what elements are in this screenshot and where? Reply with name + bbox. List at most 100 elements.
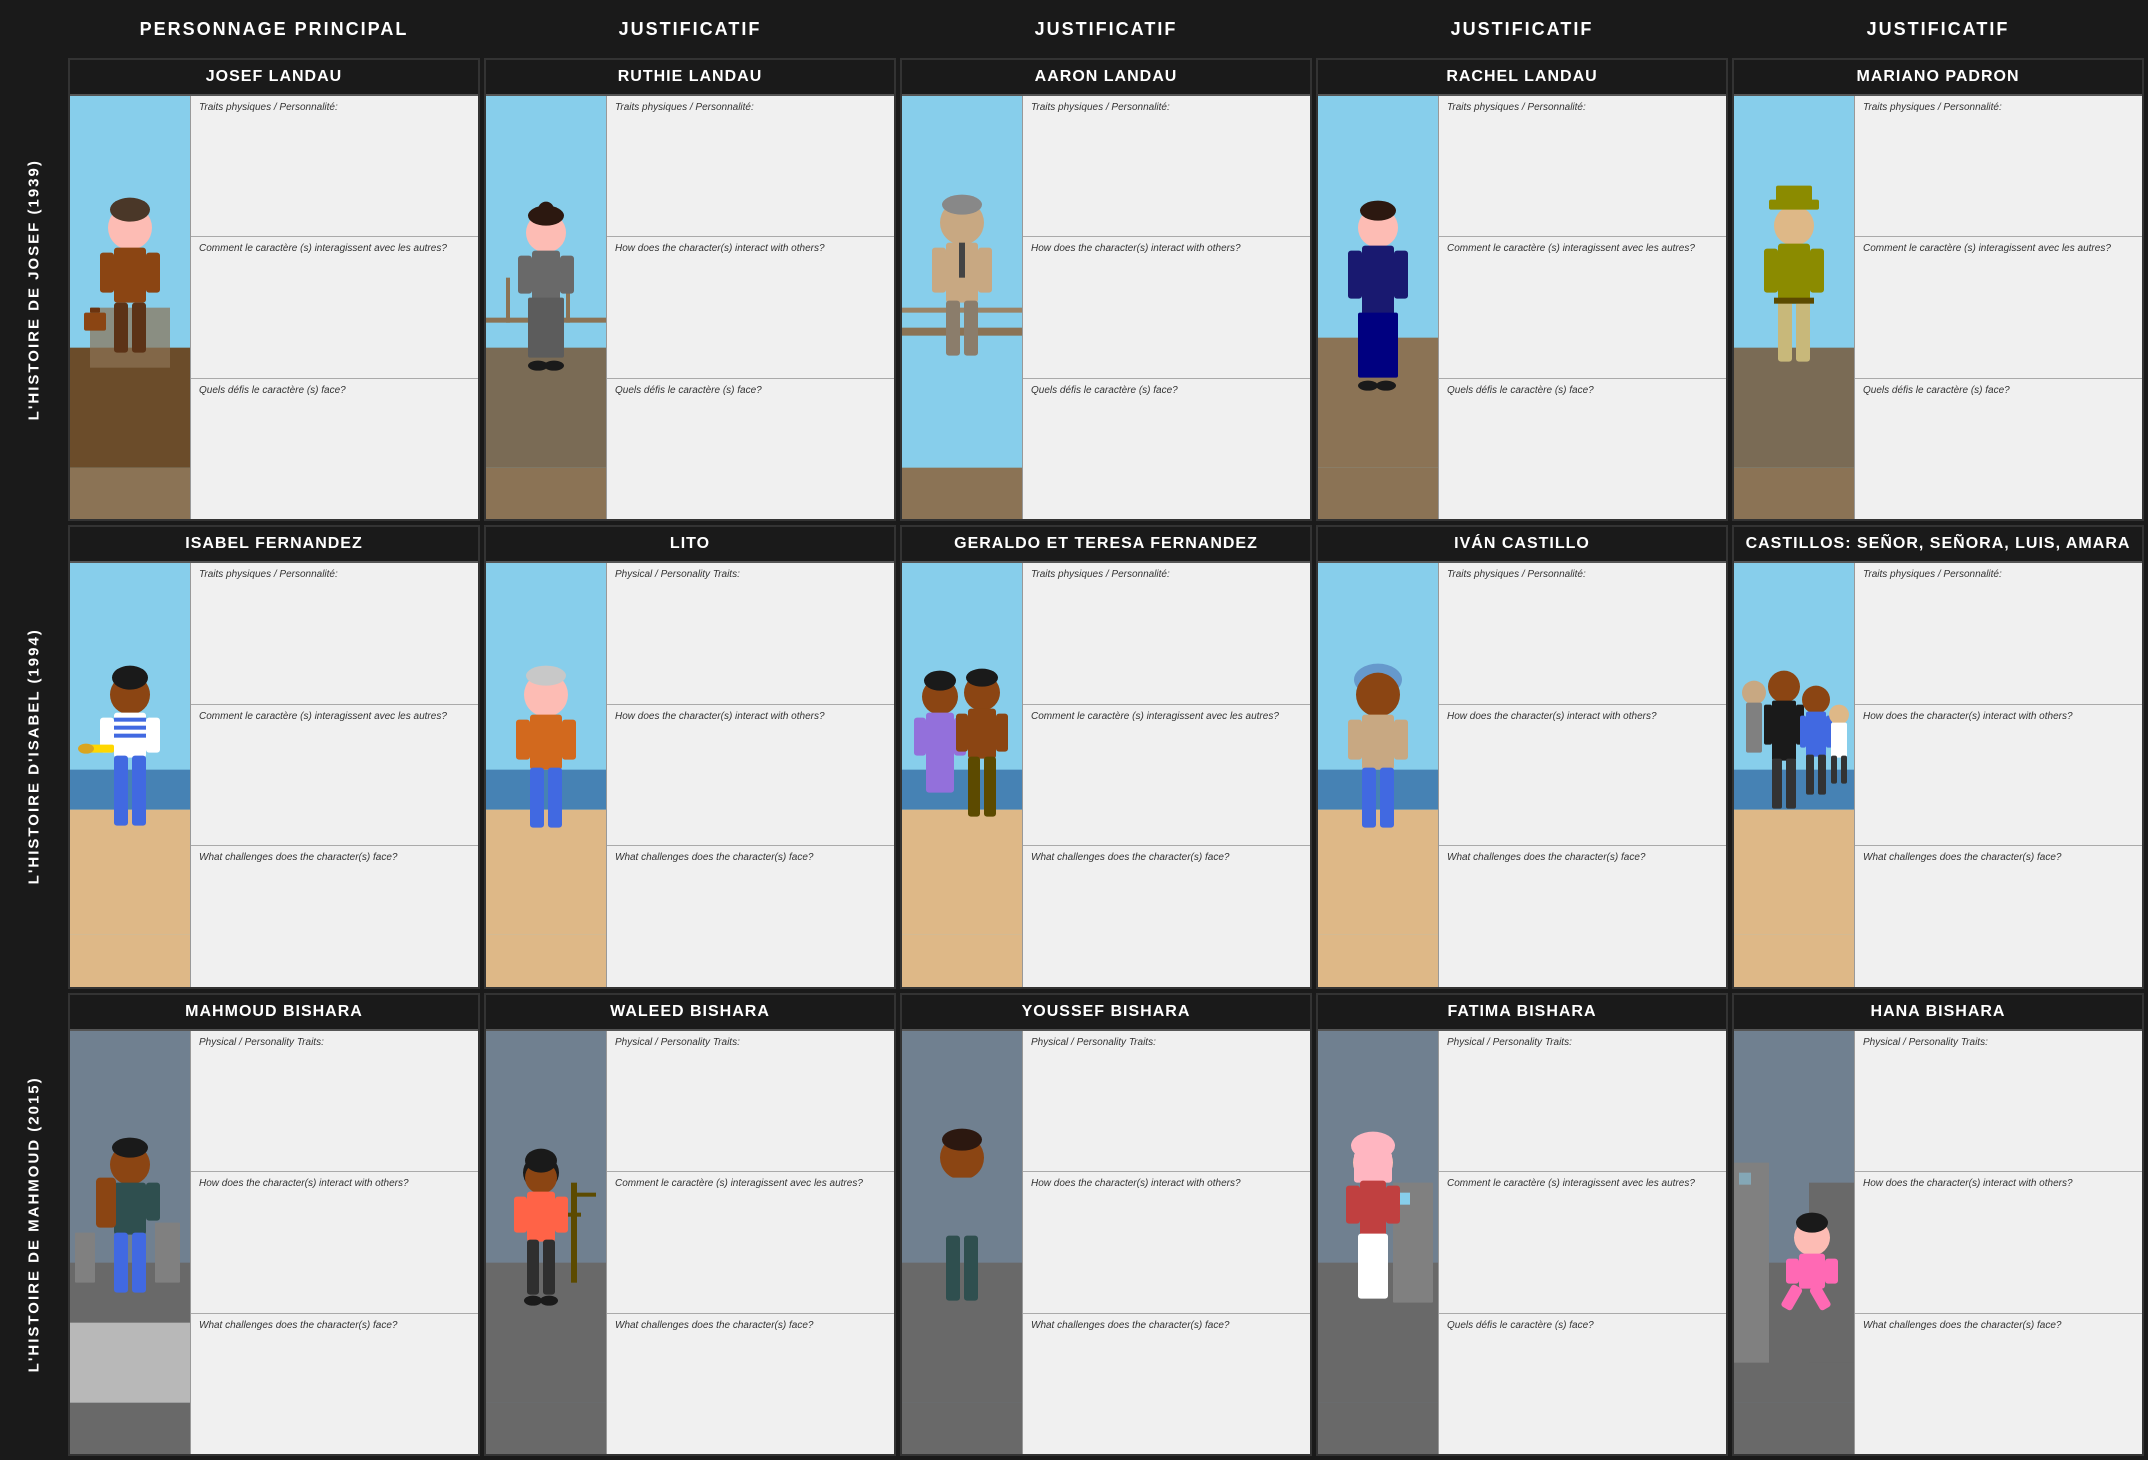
image-mariano bbox=[1734, 96, 1854, 519]
field-aaron-0: Traits physiques / Personnalité: bbox=[1023, 96, 1310, 237]
field-waleed-1: Comment le caractère (s) interagissent a… bbox=[607, 1172, 894, 1313]
image-ruthie bbox=[486, 96, 606, 519]
fields-youssef: Physical / Personality Traits: How does … bbox=[1022, 1031, 1310, 1454]
field-castillos-2: What challenges does the character(s) fa… bbox=[1855, 846, 2142, 986]
field-rachel-2: Quels défis le caractère (s) face? bbox=[1439, 379, 1726, 519]
field-mariano-0: Traits physiques / Personnalité: bbox=[1855, 96, 2142, 237]
field-hana-0: Physical / Personality Traits: bbox=[1855, 1031, 2142, 1172]
field-lito-1: How does the character(s) interact with … bbox=[607, 705, 894, 846]
name-youssef: YOUSSEF BISHARA bbox=[902, 995, 1310, 1031]
name-mariano: MARIANO PADRON bbox=[1734, 60, 2142, 96]
field-ruthie-0: Traits physiques / Personnalité: bbox=[607, 96, 894, 237]
content-mahmoud: Physical / Personality Traits: How does … bbox=[70, 1031, 478, 1454]
figure-waleed bbox=[486, 1031, 606, 1454]
row-label-2: L'HISTOIRE DE MAHMOUD (2015) bbox=[4, 993, 64, 1456]
content-mariano: Traits physiques / Personnalité: Comment… bbox=[1734, 96, 2142, 519]
field-aaron-1: How does the character(s) interact with … bbox=[1023, 237, 1310, 378]
field-geraldo-teresa-2: What challenges does the character(s) fa… bbox=[1023, 846, 1310, 986]
card-fatima: FATIMA BISHARA bbox=[1316, 993, 1728, 1456]
figure-hana bbox=[1734, 1031, 1854, 1454]
card-youssef: YOUSSEF BISHARA bbox=[900, 993, 1312, 1456]
content-castillos: Traits physiques / Personnalité: How doe… bbox=[1734, 563, 2142, 986]
field-mahmoud-1: How does the character(s) interact with … bbox=[191, 1172, 478, 1313]
name-rachel: RACHEL LANDAU bbox=[1318, 60, 1726, 96]
fields-ivan: Traits physiques / Personnalité: How doe… bbox=[1438, 563, 1726, 986]
field-isabel-1: Comment le caractère (s) interagissent a… bbox=[191, 705, 478, 846]
field-fatima-2: Quels défis le caractère (s) face? bbox=[1439, 1314, 1726, 1454]
card-rachel: RACHEL LANDAU bbox=[1316, 58, 1728, 521]
name-geraldo-teresa: GERALDO ET TERESA FERNANDEZ bbox=[902, 527, 1310, 563]
field-mahmoud-0: Physical / Personality Traits: bbox=[191, 1031, 478, 1172]
field-castillos-0: Traits physiques / Personnalité: bbox=[1855, 563, 2142, 704]
name-josef: JOSEF LANDAU bbox=[70, 60, 478, 96]
content-waleed: Physical / Personality Traits: Comment l… bbox=[486, 1031, 894, 1454]
fields-ruthie: Traits physiques / Personnalité: How doe… bbox=[606, 96, 894, 519]
row-label-0: L'HISTOIRE DE JOSEF (1939) bbox=[4, 58, 64, 521]
figure-josef bbox=[70, 96, 190, 519]
field-rachel-1: Comment le caractère (s) interagissent a… bbox=[1439, 237, 1726, 378]
content-lito: Physical / Personality Traits: How does … bbox=[486, 563, 894, 986]
figure-rachel bbox=[1318, 96, 1438, 519]
field-castillos-1: How does the character(s) interact with … bbox=[1855, 705, 2142, 846]
name-isabel: ISABEL FERNANDEZ bbox=[70, 527, 478, 563]
main-grid: PERSONNAGE PRINCIPAL JUSTIFICATIF JUSTIF… bbox=[0, 0, 2148, 1460]
fields-aaron: Traits physiques / Personnalité: How doe… bbox=[1022, 96, 1310, 519]
field-lito-2: What challenges does the character(s) fa… bbox=[607, 846, 894, 986]
figure-mariano bbox=[1734, 96, 1854, 519]
field-waleed-2: What challenges does the character(s) fa… bbox=[607, 1314, 894, 1454]
field-ivan-0: Traits physiques / Personnalité: bbox=[1439, 563, 1726, 704]
name-aaron: AARON LANDAU bbox=[902, 60, 1310, 96]
field-isabel-2: What challenges does the character(s) fa… bbox=[191, 846, 478, 986]
name-ivan: IVÁN CASTILLO bbox=[1318, 527, 1726, 563]
field-josef-1: Comment le caractère (s) interagissent a… bbox=[191, 237, 478, 378]
figure-aaron bbox=[902, 96, 1022, 519]
card-ivan: IVÁN CASTILLO bbox=[1316, 525, 1728, 988]
name-fatima: FATIMA BISHARA bbox=[1318, 995, 1726, 1031]
name-ruthie: RUTHIE LANDAU bbox=[486, 60, 894, 96]
figure-ruthie bbox=[486, 96, 606, 519]
fields-lito: Physical / Personality Traits: How does … bbox=[606, 563, 894, 986]
content-youssef: Physical / Personality Traits: How does … bbox=[902, 1031, 1310, 1454]
card-hana: HANA BISHARA bbox=[1732, 993, 2144, 1456]
field-mariano-1: Comment le caractère (s) interagissent a… bbox=[1855, 237, 2142, 378]
field-youssef-2: What challenges does the character(s) fa… bbox=[1023, 1314, 1310, 1454]
figure-lito bbox=[486, 563, 606, 986]
figure-youssef bbox=[902, 1031, 1022, 1454]
fields-rachel: Traits physiques / Personnalité: Comment… bbox=[1438, 96, 1726, 519]
image-fatima bbox=[1318, 1031, 1438, 1454]
field-fatima-1: Comment le caractère (s) interagissent a… bbox=[1439, 1172, 1726, 1313]
content-hana: Physical / Personality Traits: How does … bbox=[1734, 1031, 2142, 1454]
field-isabel-0: Traits physiques / Personnalité: bbox=[191, 563, 478, 704]
fields-hana: Physical / Personality Traits: How does … bbox=[1854, 1031, 2142, 1454]
field-youssef-0: Physical / Personality Traits: bbox=[1023, 1031, 1310, 1172]
row-label-1: L'HISTOIRE D'ISABEL (1994) bbox=[4, 525, 64, 988]
card-mahmoud: MAHMOUD BISHARA bbox=[68, 993, 480, 1456]
fields-geraldo-teresa: Traits physiques / Personnalité: Comment… bbox=[1022, 563, 1310, 986]
fields-waleed: Physical / Personality Traits: Comment l… bbox=[606, 1031, 894, 1454]
card-castillos: CASTILLOS: SEÑOR, SEÑORA, LUIS, AMARA bbox=[1732, 525, 2144, 988]
corner-cell bbox=[4, 4, 64, 54]
figure-castillos bbox=[1734, 563, 1854, 986]
card-isabel: ISABEL FERNANDEZ bbox=[68, 525, 480, 988]
image-aaron bbox=[902, 96, 1022, 519]
field-aaron-2: Quels défis le caractère (s) face? bbox=[1023, 379, 1310, 519]
field-youssef-1: How does the character(s) interact with … bbox=[1023, 1172, 1310, 1313]
field-geraldo-teresa-0: Traits physiques / Personnalité: bbox=[1023, 563, 1310, 704]
content-ruthie: Traits physiques / Personnalité: How doe… bbox=[486, 96, 894, 519]
field-hana-2: What challenges does the character(s) fa… bbox=[1855, 1314, 2142, 1454]
field-mahmoud-2: What challenges does the character(s) fa… bbox=[191, 1314, 478, 1454]
fields-isabel: Traits physiques / Personnalité: Comment… bbox=[190, 563, 478, 986]
field-mariano-2: Quels défis le caractère (s) face? bbox=[1855, 379, 2142, 519]
field-rachel-0: Traits physiques / Personnalité: bbox=[1439, 96, 1726, 237]
content-geraldo-teresa: Traits physiques / Personnalité: Comment… bbox=[902, 563, 1310, 986]
image-ivan bbox=[1318, 563, 1438, 986]
name-waleed: WALEED BISHARA bbox=[486, 995, 894, 1031]
figure-mahmoud bbox=[70, 1031, 190, 1454]
field-lito-0: Physical / Personality Traits: bbox=[607, 563, 894, 704]
content-aaron: Traits physiques / Personnalité: How doe… bbox=[902, 96, 1310, 519]
header-col1: PERSONNAGE PRINCIPAL bbox=[68, 4, 480, 54]
image-josef bbox=[70, 96, 190, 519]
field-fatima-0: Physical / Personality Traits: bbox=[1439, 1031, 1726, 1172]
card-waleed: WALEED BISHARA bbox=[484, 993, 896, 1456]
figure-isabel bbox=[70, 563, 190, 986]
